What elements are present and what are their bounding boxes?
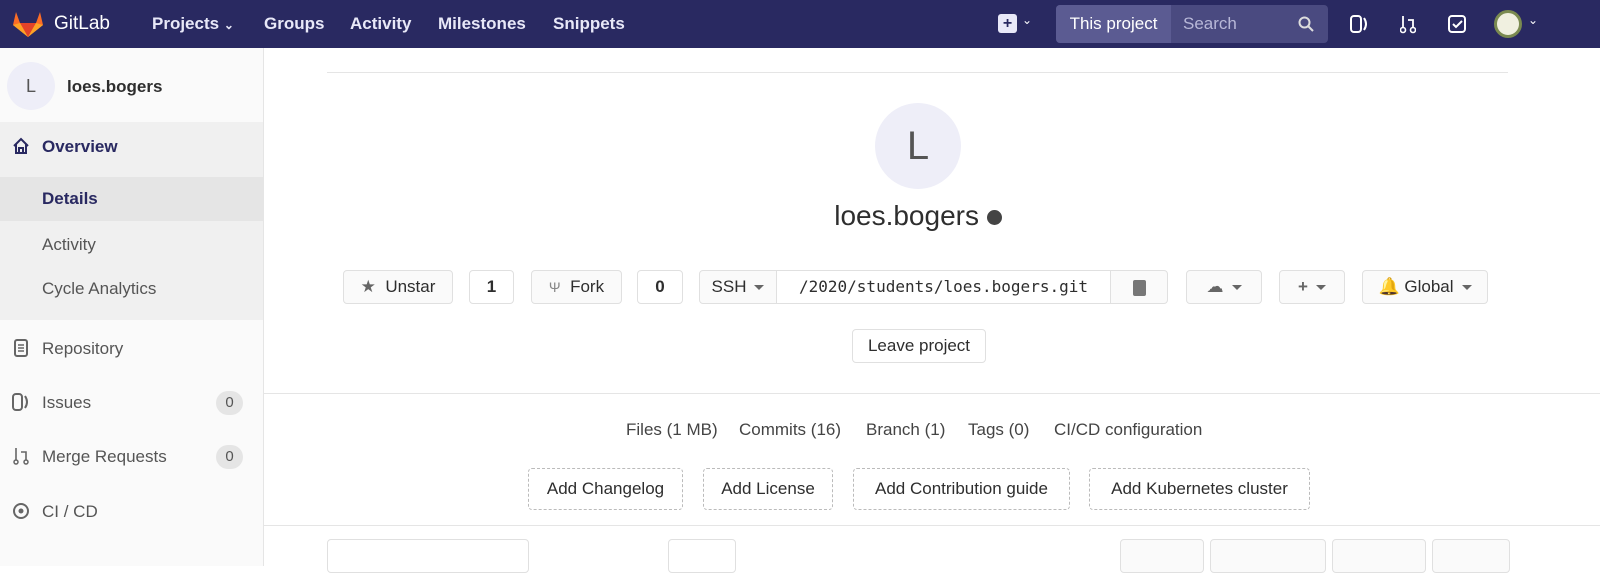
web-ide-button[interactable] bbox=[1332, 539, 1426, 573]
search-icon bbox=[1298, 16, 1314, 32]
issues-count-badge: 0 bbox=[216, 391, 243, 415]
add-file-dropdown[interactable] bbox=[668, 539, 736, 573]
chevron-down-icon[interactable]: ⌄ bbox=[1528, 13, 1538, 27]
find-file-button[interactable] bbox=[1210, 539, 1326, 573]
project-avatar: L bbox=[7, 62, 55, 110]
copy-url-button[interactable] bbox=[1110, 270, 1168, 304]
home-icon bbox=[13, 137, 29, 154]
stat-commits[interactable]: Commits (16) bbox=[739, 420, 841, 440]
fork-count[interactable]: 0 bbox=[637, 270, 683, 304]
document-icon bbox=[14, 339, 28, 357]
add-license-button[interactable]: Add License bbox=[703, 468, 833, 510]
gitlab-brand[interactable]: GitLab bbox=[54, 0, 110, 48]
branch-selector[interactable] bbox=[327, 539, 529, 573]
fork-icon: Ψ bbox=[548, 279, 561, 295]
clone-protocol-dropdown[interactable]: SSH bbox=[699, 270, 777, 304]
nav-snippets[interactable]: Snippets bbox=[553, 0, 625, 48]
merge-request-icon bbox=[13, 448, 29, 465]
issues-icon bbox=[12, 393, 28, 411]
add-contribution-guide-button[interactable]: Add Contribution guide bbox=[853, 468, 1070, 510]
project-avatar-large: L bbox=[875, 103, 961, 189]
user-avatar[interactable] bbox=[1494, 10, 1522, 38]
project-overview: L loes.bogers ★ Unstar 1 Ψ Fork 0 SSH /2… bbox=[264, 48, 1600, 573]
star-count[interactable]: 1 bbox=[469, 270, 514, 304]
add-kubernetes-cluster-button[interactable]: Add Kubernetes cluster bbox=[1089, 468, 1310, 510]
divider bbox=[327, 72, 1508, 73]
search-box[interactable]: This project Search bbox=[1056, 5, 1328, 43]
history-button[interactable] bbox=[1120, 539, 1204, 573]
clipboard-icon bbox=[1132, 279, 1146, 296]
stat-files[interactable]: Files (1 MB) bbox=[626, 420, 718, 440]
rocket-icon bbox=[13, 503, 29, 519]
globe-icon bbox=[986, 210, 1002, 226]
caret-down-icon bbox=[1461, 285, 1472, 291]
nav-groups[interactable]: Groups bbox=[264, 0, 324, 48]
chevron-down-icon[interactable]: ⌄ bbox=[1022, 13, 1032, 27]
todo-icon[interactable] bbox=[1448, 15, 1466, 33]
stat-tags[interactable]: Tags (0) bbox=[968, 420, 1029, 440]
add-changelog-button[interactable]: Add Changelog bbox=[528, 468, 683, 510]
top-navbar: GitLab Projects ⌄ Groups Activity Milest… bbox=[0, 0, 1600, 48]
caret-down-icon bbox=[1315, 285, 1326, 291]
chevron-down-icon: ⌄ bbox=[223, 18, 234, 32]
caret-down-icon bbox=[754, 285, 765, 291]
stat-branch[interactable]: Branch (1) bbox=[866, 420, 945, 440]
nav-milestones[interactable]: Milestones bbox=[438, 0, 526, 48]
merge-request-icon[interactable] bbox=[1400, 14, 1416, 34]
search-scope[interactable]: This project bbox=[1056, 5, 1171, 43]
download-button[interactable] bbox=[1432, 539, 1510, 573]
new-plus-icon[interactable]: + bbox=[998, 14, 1017, 33]
clone-url-input[interactable]: /2020/students/loes.bogers.git bbox=[776, 270, 1111, 304]
star-icon: ★ bbox=[360, 277, 376, 296]
unstar-button[interactable]: ★ Unstar bbox=[343, 270, 453, 304]
caret-down-icon bbox=[1231, 285, 1242, 291]
notification-dropdown[interactable]: 🔔 Global bbox=[1362, 270, 1488, 304]
add-dropdown[interactable]: + bbox=[1279, 270, 1345, 304]
sidebar: L loes.bogers Overview Details Activity … bbox=[0, 48, 264, 566]
stat-ci-cd-config[interactable]: CI/CD configuration bbox=[1054, 420, 1202, 440]
sidebar-project-name[interactable]: loes.bogers bbox=[67, 77, 162, 97]
sidebar-item-details[interactable]: Details bbox=[0, 177, 263, 221]
download-icon: ☁ bbox=[1206, 277, 1224, 296]
search-input[interactable]: Search bbox=[1183, 5, 1237, 43]
download-dropdown[interactable]: ☁ bbox=[1186, 270, 1262, 304]
mr-count-badge: 0 bbox=[216, 445, 243, 469]
issues-icon[interactable] bbox=[1350, 14, 1368, 34]
gitlab-logo-icon[interactable] bbox=[12, 10, 44, 38]
fork-button[interactable]: Ψ Fork bbox=[531, 270, 622, 304]
project-title: loes.bogers bbox=[264, 200, 1572, 232]
nav-projects[interactable]: Projects ⌄ bbox=[152, 0, 234, 48]
bell-icon: 🔔 bbox=[1378, 277, 1400, 296]
divider bbox=[264, 525, 1600, 526]
divider bbox=[264, 393, 1600, 394]
plus-icon: + bbox=[1298, 277, 1308, 296]
nav-activity[interactable]: Activity bbox=[350, 0, 411, 48]
leave-project-button[interactable]: Leave project bbox=[852, 329, 986, 363]
